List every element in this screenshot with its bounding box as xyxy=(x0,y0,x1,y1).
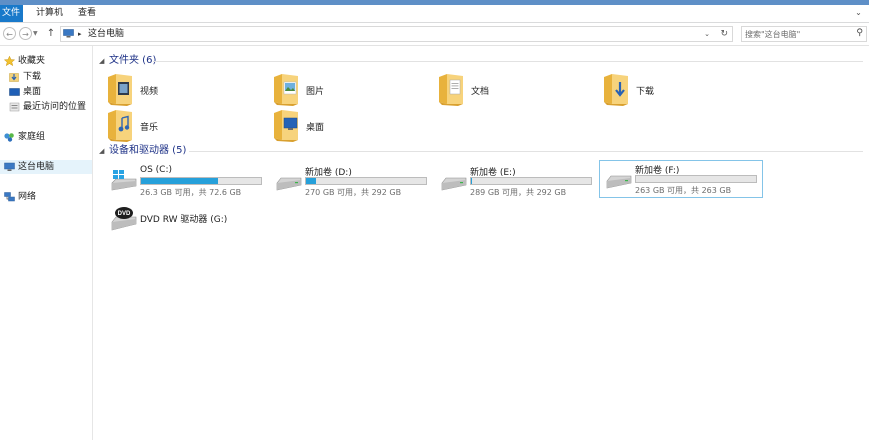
recent-locations-chevron-icon[interactable]: ▼ xyxy=(33,27,41,40)
pictures-folder-icon xyxy=(274,74,298,106)
search-icon[interactable]: ⚲ xyxy=(856,28,863,38)
network-icon xyxy=(4,192,15,202)
navigation-pane: 收藏夹 下载 桌面 最近访问的位置 家庭组 这台电脑 网络 xyxy=(0,46,93,440)
nav-label-desktop: 桌面 xyxy=(23,87,42,97)
dvd-drive-icon: DVD xyxy=(111,207,137,231)
folder-name-videos: 视频 xyxy=(140,87,159,97)
breadcrumb-this-pc[interactable]: 这台电脑 xyxy=(88,27,124,41)
search-box[interactable]: ⚲ xyxy=(741,26,867,42)
breadcrumb-separator-icon[interactable]: ▸ xyxy=(78,27,82,41)
drive-item-f[interactable]: 新加卷 (F:) 263 GB 可用，共 263 GB xyxy=(599,160,763,198)
tab-view[interactable]: 查看 xyxy=(72,5,102,22)
expand-ribbon-icon[interactable]: ⌄ xyxy=(854,8,863,17)
star-icon xyxy=(4,56,15,66)
drive-usage-fill xyxy=(471,178,473,184)
drive-name: OS (C:) xyxy=(140,165,172,175)
refresh-icon[interactable]: ↻ xyxy=(720,27,728,41)
folder-name-downloads: 下载 xyxy=(636,87,655,97)
folder-item-videos[interactable]: 视频 xyxy=(107,72,257,108)
downloads-folder-icon xyxy=(604,74,628,106)
videos-folder-icon xyxy=(108,74,132,106)
nav-label-favorites: 收藏夹 xyxy=(18,56,46,66)
drive-usage-bar xyxy=(140,177,262,185)
group-divider xyxy=(153,61,863,62)
folder-item-downloads[interactable]: 下载 xyxy=(603,72,753,108)
drive-space-info: 26.3 GB 可用，共 72.6 GB xyxy=(140,188,242,197)
nav-label-recent: 最近访问的位置 xyxy=(23,102,87,112)
content-pane: ◢ 文件夹 (6) 视频 图片 文档 下载 音乐 桌面 ◢ 设备和驱动器 (5)… xyxy=(93,46,869,440)
back-button[interactable]: ← xyxy=(3,27,16,40)
tab-computer[interactable]: 计算机 xyxy=(30,5,69,22)
drive-item-c[interactable]: OS (C:) 26.3 GB 可用，共 72.6 GB xyxy=(104,162,264,197)
drives-group-title: 设备和驱动器 (5) xyxy=(109,145,187,156)
drive-space-info: 270 GB 可用，共 292 GB xyxy=(305,188,402,197)
collapse-chevron-icon[interactable]: ◢ xyxy=(99,147,104,155)
forward-button[interactable]: → xyxy=(19,27,32,40)
nav-label-homegroup: 家庭组 xyxy=(18,132,46,142)
folder-name-pictures: 图片 xyxy=(306,87,325,97)
drive-usage-bar xyxy=(305,177,427,185)
desktop-folder-icon xyxy=(274,110,298,142)
folder-name-music: 音乐 xyxy=(140,123,159,133)
recent-places-icon xyxy=(9,102,20,112)
computer-icon xyxy=(63,29,74,38)
folder-item-music[interactable]: 音乐 xyxy=(107,108,257,144)
music-folder-icon xyxy=(108,110,132,142)
nav-label-network: 网络 xyxy=(18,192,37,202)
folder-item-desktop[interactable]: 桌面 xyxy=(273,108,423,144)
computer-icon xyxy=(4,162,15,171)
address-toolbar: ← → ▼ ↑ ▸ 这台电脑 ⌄ ↻ ⚲ xyxy=(0,23,869,46)
nav-label-this-pc: 这台电脑 xyxy=(18,162,55,172)
folders-group-title: 文件夹 (6) xyxy=(109,55,157,66)
nav-label-downloads: 下载 xyxy=(23,72,42,82)
downloads-icon xyxy=(9,73,19,82)
tab-file[interactable]: 文件 xyxy=(0,5,23,22)
dvd-badge: DVD xyxy=(118,211,131,217)
hard-drive-icon xyxy=(441,177,467,191)
drive-usage-bar xyxy=(635,175,757,183)
homegroup-icon xyxy=(4,133,14,142)
drive-usage-bar xyxy=(470,177,592,185)
drive-item-d[interactable]: 新加卷 (D:) 270 GB 可用，共 292 GB xyxy=(269,162,429,197)
drive-usage-fill xyxy=(141,178,218,184)
drive-space-info: 289 GB 可用，共 292 GB xyxy=(470,188,567,197)
collapse-chevron-icon[interactable]: ◢ xyxy=(99,57,104,65)
drive-usage-fill xyxy=(306,178,316,184)
drive-name: DVD RW 驱动器 (G:) xyxy=(140,215,228,225)
drive-item-g[interactable]: DVD DVD RW 驱动器 (G:) xyxy=(104,202,264,236)
drive-space-info: 263 GB 可用，共 263 GB xyxy=(635,186,732,195)
folder-name-documents: 文档 xyxy=(471,87,490,97)
ribbon-tab-bar: 文件 计算机 查看 ⌄ xyxy=(0,5,869,23)
folder-item-pictures[interactable]: 图片 xyxy=(273,72,423,108)
system-drive-icon xyxy=(111,170,137,191)
desktop-icon xyxy=(9,88,20,96)
folder-item-documents[interactable]: 文档 xyxy=(438,72,588,108)
documents-folder-icon xyxy=(439,74,463,106)
group-divider xyxy=(189,151,863,152)
up-button[interactable]: ↑ xyxy=(45,26,57,41)
hard-drive-icon xyxy=(276,177,302,191)
folder-name-desktop: 桌面 xyxy=(306,123,325,133)
hard-drive-icon xyxy=(606,175,632,189)
drive-item-e[interactable]: 新加卷 (E:) 289 GB 可用，共 292 GB xyxy=(434,162,594,197)
address-dropdown-icon[interactable]: ⌄ xyxy=(704,27,710,41)
search-input[interactable] xyxy=(745,28,845,40)
address-bar[interactable]: ▸ 这台电脑 ⌄ ↻ xyxy=(60,26,733,42)
